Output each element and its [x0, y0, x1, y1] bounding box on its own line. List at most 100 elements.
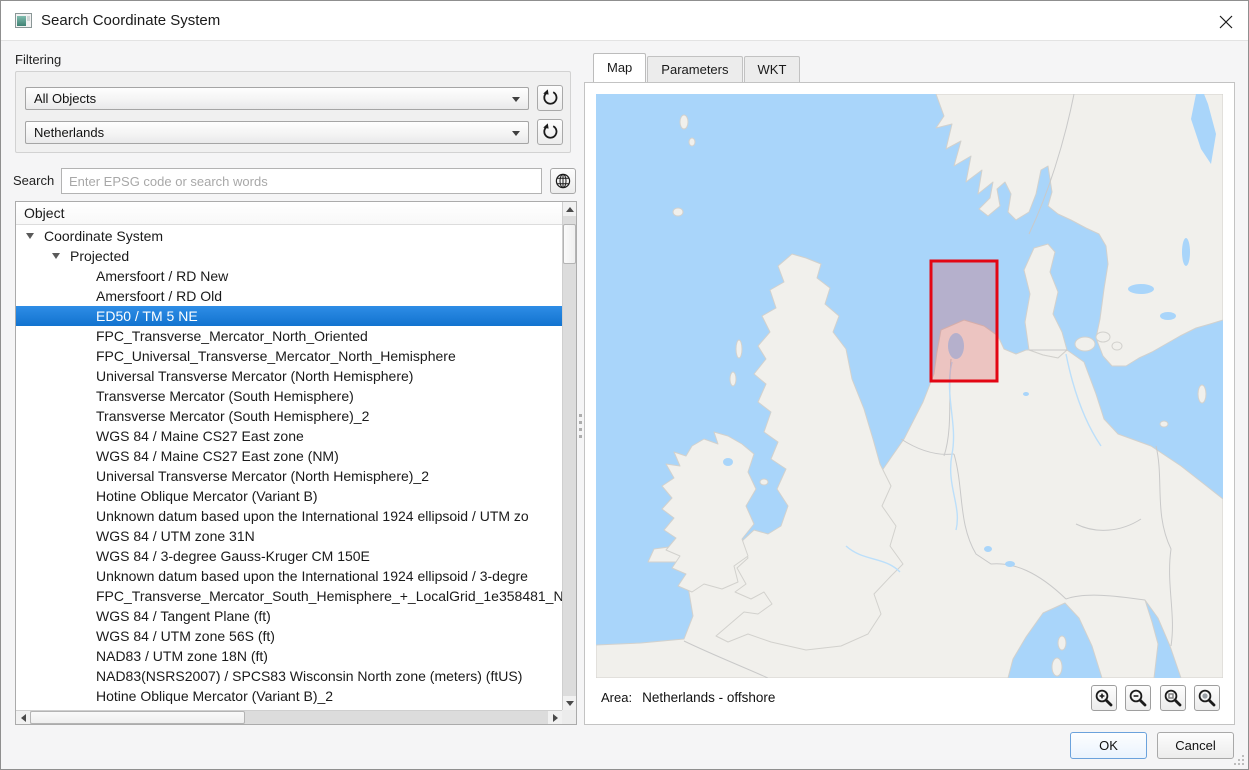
tree-rows: Coordinate SystemProjectedAmersfoort / R… [16, 226, 562, 710]
tree-item-label: WGS 84 / 3-degree Gauss-Kruger CM 150E [96, 546, 370, 566]
tree-item[interactable]: WGS 84 / 3-degree Gauss-Kruger CM 150E [16, 546, 562, 566]
reset-area-filter-button[interactable] [537, 119, 563, 145]
tree-item[interactable]: Hotine Oblique Mercator (Variant B) [16, 486, 562, 506]
globe-icon [554, 172, 572, 190]
caret-placeholder [78, 426, 94, 446]
crs-extent-rectangle [931, 261, 997, 381]
tree-item-label: WGS 84 / UTM zone 56S (ft) [96, 626, 275, 646]
europe-map [596, 94, 1223, 678]
tree-item[interactable]: Amersfoort / RD Old [16, 286, 562, 306]
search-label: Search [13, 168, 54, 194]
caret-placeholder [78, 486, 94, 506]
coordinate-system-list: Object Coordinate SystemProjectedAmersfo… [15, 201, 577, 725]
tree-item-label: Universal Transverse Mercator (North Hem… [96, 366, 413, 386]
cancel-button[interactable]: Cancel [1157, 732, 1234, 759]
scroll-down-button[interactable] [563, 696, 576, 710]
titlebar: Search Coordinate System [1, 1, 1248, 41]
zoom-selection-icon [1197, 688, 1217, 708]
object-filter-dropdown[interactable]: All Objects [25, 87, 529, 110]
chevron-down-icon [512, 97, 520, 102]
window-title: Search Coordinate System [41, 1, 220, 41]
tree-item[interactable]: ED50 / TM 5 NE [16, 306, 562, 326]
vertical-scrollbar[interactable] [562, 202, 576, 710]
caret-placeholder [78, 346, 94, 366]
app-icon [15, 13, 32, 28]
chevron-down-icon [512, 131, 520, 136]
zoom-selection-button[interactable] [1194, 685, 1220, 711]
resize-grip[interactable] [1231, 752, 1244, 765]
tree-item[interactable]: Amersfoort / RD New [16, 266, 562, 286]
tree-item-label: Projected [70, 246, 129, 266]
ok-button[interactable]: OK [1070, 732, 1147, 759]
reset-object-filter-button[interactable] [537, 85, 563, 111]
tree-item-label: WGS 84 / Maine CS27 East zone (NM) [96, 446, 339, 466]
caret-placeholder [78, 266, 94, 286]
zoom-in-button[interactable] [1091, 685, 1117, 711]
expand-caret-icon[interactable] [52, 246, 68, 266]
tree-item[interactable]: FPC_Transverse_Mercator_North_Oriented [16, 326, 562, 346]
caret-placeholder [78, 466, 94, 486]
splitter-handle[interactable] [577, 42, 584, 768]
caret-placeholder [78, 626, 94, 646]
map-view[interactable] [596, 94, 1223, 678]
caret-placeholder [78, 326, 94, 346]
reset-icon [541, 89, 559, 107]
tree-item[interactable]: NAD83(NSRS2007) / SPCS83 Wisconsin North… [16, 666, 562, 686]
tree-item-label: Transverse Mercator (South Hemisphere) [96, 386, 354, 406]
tab-map[interactable]: Map [593, 53, 646, 82]
tabbar: MapParametersWKT [593, 54, 801, 82]
search-input[interactable] [61, 168, 542, 194]
area-value: Netherlands - offshore [642, 690, 775, 705]
object-column-header[interactable]: Object [16, 202, 562, 225]
tab-wkt[interactable]: WKT [744, 56, 801, 82]
scroll-right-button[interactable] [548, 711, 562, 724]
tree-item-label: Transverse Mercator (South Hemisphere)_2 [96, 406, 369, 426]
online-search-button[interactable] [550, 168, 576, 194]
tree-item[interactable]: WGS 84 / UTM zone 31N [16, 526, 562, 546]
tree-item[interactable]: Transverse Mercator (South Hemisphere) [16, 386, 562, 406]
tree-item[interactable]: Unknown datum based upon the Internation… [16, 566, 562, 586]
zoom-out-button[interactable] [1125, 685, 1151, 711]
tree-item-label: FPC_Universal_Transverse_Mercator_North_… [96, 346, 456, 366]
tree-item[interactable]: Hotine Oblique Mercator (Variant B)_2 [16, 686, 562, 706]
caret-placeholder [78, 606, 94, 626]
tree-item[interactable]: Projected [16, 246, 562, 266]
zoom-in-icon [1094, 688, 1114, 708]
tree-item[interactable]: WGS 84 / Maine CS27 East zone (NM) [16, 446, 562, 466]
caret-placeholder [78, 526, 94, 546]
tree-item[interactable]: Coordinate System [16, 226, 562, 246]
tree-item[interactable]: WGS 84 / Maine CS27 East zone [16, 426, 562, 446]
scroll-up-button[interactable] [563, 202, 576, 216]
area-row: Area: Netherlands - offshore [601, 685, 775, 711]
tree-item-label: Coordinate System [44, 226, 163, 246]
zoom-extent-icon [1163, 688, 1183, 708]
tree-item[interactable]: Transverse Mercator (South Hemisphere)_2 [16, 406, 562, 426]
caret-placeholder [78, 506, 94, 526]
close-icon[interactable] [1213, 9, 1239, 35]
tree-item[interactable]: WGS 84 / Tangent Plane (ft) [16, 606, 562, 626]
vertical-scroll-thumb[interactable] [563, 224, 576, 264]
tree-item-label: WGS 84 / UTM zone 31N [96, 526, 255, 546]
scroll-left-button[interactable] [16, 711, 30, 724]
horizontal-scrollbar[interactable] [16, 710, 562, 724]
tree-item[interactable]: Universal Transverse Mercator (North Hem… [16, 366, 562, 386]
splitter-dots-icon [579, 414, 582, 442]
tree-item[interactable]: FPC_Universal_Transverse_Mercator_North_… [16, 346, 562, 366]
area-filter-value: Netherlands [34, 125, 104, 140]
zoom-extent-button[interactable] [1160, 685, 1186, 711]
tree-item[interactable]: NAD83 / UTM zone 18N (ft) [16, 646, 562, 666]
tab-parameters[interactable]: Parameters [647, 56, 742, 82]
tree-item-label: FPC_Transverse_Mercator_South_Hemisphere… [96, 586, 562, 606]
tree-item[interactable]: Universal Transverse Mercator (North Hem… [16, 466, 562, 486]
expand-caret-icon[interactable] [26, 226, 42, 246]
horizontal-scroll-thumb[interactable] [30, 711, 245, 724]
tree-item-label: Hotine Oblique Mercator (Variant B)_2 [96, 686, 333, 706]
tree-item-label: Unknown datum based upon the Internation… [96, 506, 529, 526]
caret-placeholder [78, 366, 94, 386]
tree-item[interactable]: Unknown datum based upon the Internation… [16, 506, 562, 526]
area-filter-dropdown[interactable]: Netherlands [25, 121, 529, 144]
reset-icon [541, 123, 559, 141]
area-label: Area: [601, 690, 632, 705]
tree-item[interactable]: FPC_Transverse_Mercator_South_Hemisphere… [16, 586, 562, 606]
tree-item[interactable]: WGS 84 / UTM zone 56S (ft) [16, 626, 562, 646]
